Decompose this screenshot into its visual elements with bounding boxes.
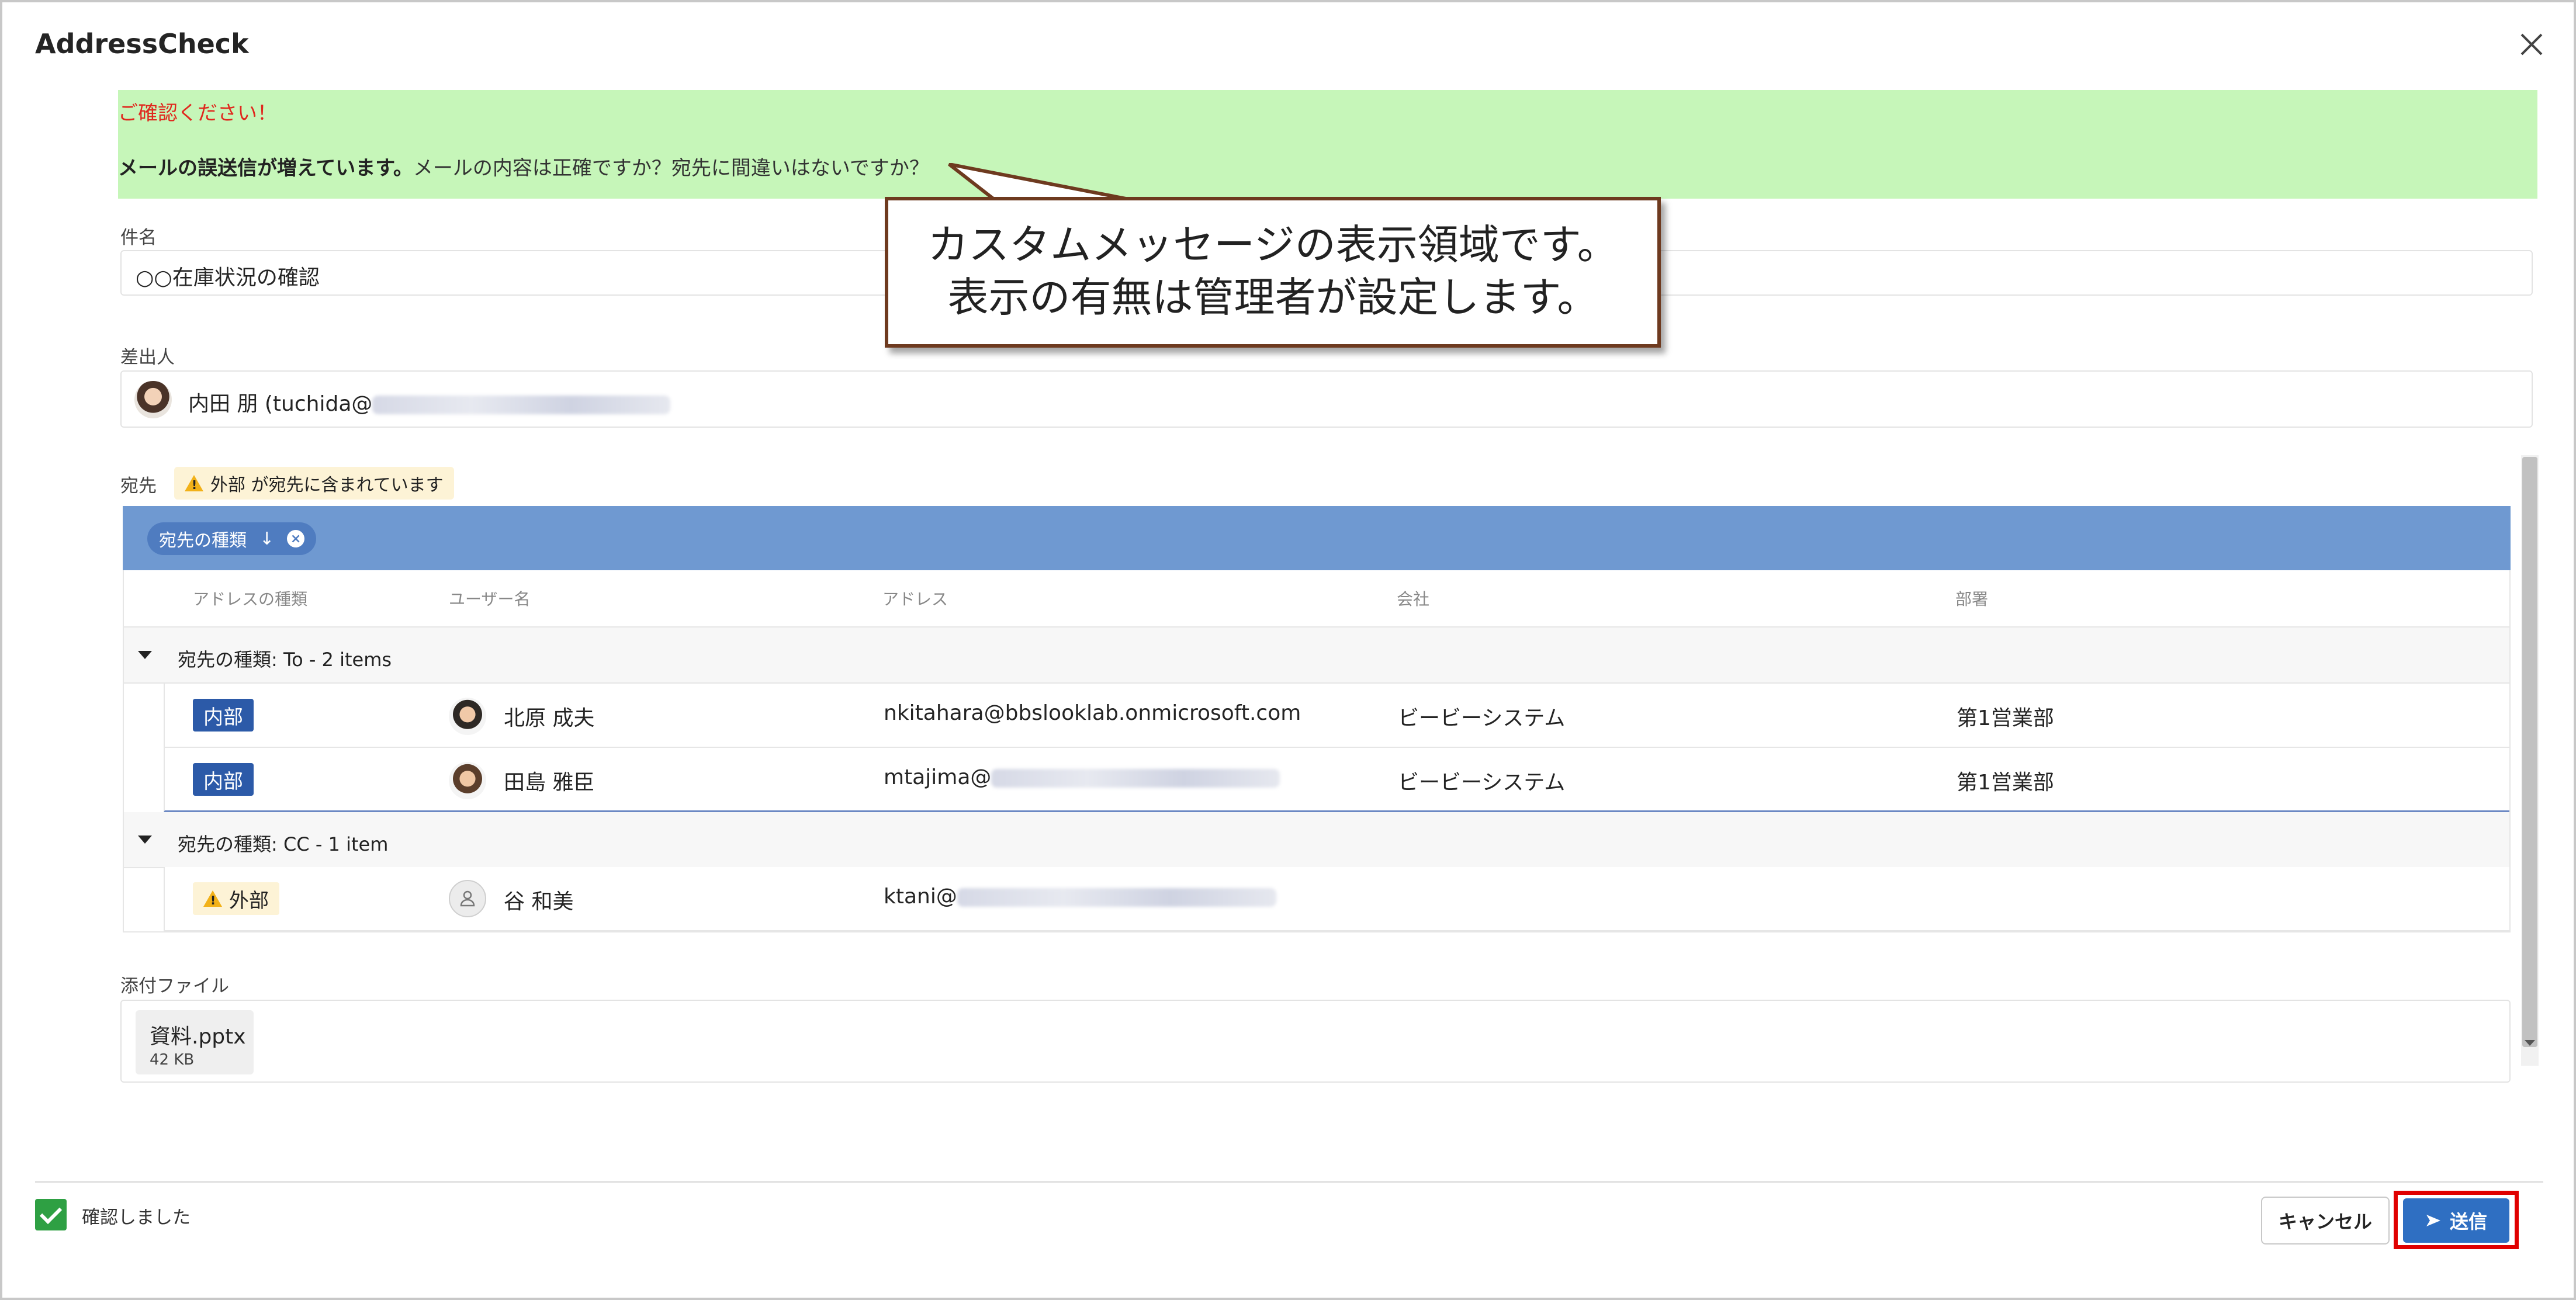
warning-icon xyxy=(203,890,222,907)
warning-icon xyxy=(185,475,203,492)
internal-badge: 内部 xyxy=(193,699,254,732)
banner-warning-text: ご確認ください！ xyxy=(118,102,277,125)
column-header-address[interactable]: アドレス xyxy=(882,587,948,610)
dialog-title: AddressCheck xyxy=(35,28,249,60)
callout-line-2: 表示の有無は管理者が設定します。 xyxy=(947,273,1598,321)
address-cell: ktani@ xyxy=(884,885,1276,909)
default-user-icon xyxy=(449,880,486,917)
attachment-size: 42 KB xyxy=(150,1051,195,1069)
recipients-table: アドレスの種類 ユーザー名 アドレス 会社 部署 宛先の種類: To - 2 i… xyxy=(123,570,2511,932)
group-label: 宛先の種類: To - 2 items xyxy=(178,649,392,671)
external-badge-label: 外部 xyxy=(229,889,269,913)
callout-line-1: カスタムメッセージの表示領域です。 xyxy=(927,221,1618,269)
sender-value: 内田 朋 (tuchida@ xyxy=(188,387,671,417)
confirm-checkbox-label: 確認しました xyxy=(82,1207,191,1228)
group-row-cc[interactable]: 宛先の種類: CC - 1 item xyxy=(124,812,2509,868)
grouping-bar: 宛先の種類 ↓ × xyxy=(123,506,2511,570)
company-cell: ビービーシステム xyxy=(1398,771,1566,795)
table-row[interactable]: 内部 北原 成夫 nkitahara@bbslooklab.onmicrosof… xyxy=(164,684,2509,748)
send-arrow-icon xyxy=(2426,1215,2440,1226)
address-check-dialog: AddressCheck ご確認ください！ メールの誤送信が増えています。メール… xyxy=(0,0,2576,1300)
sender-text: 内田 朋 (tuchida@ xyxy=(188,392,373,416)
recipients-label: 宛先 xyxy=(120,476,157,497)
footer-divider xyxy=(35,1181,2543,1183)
banner-message: メールの誤送信が増えています。メールの内容は正確ですか？宛先に間違いはないですか… xyxy=(118,152,929,181)
blurred-domain xyxy=(991,769,1280,788)
blurred-domain xyxy=(372,396,671,414)
collapse-caret-icon[interactable] xyxy=(138,651,152,659)
sender-label: 差出人 xyxy=(120,347,175,368)
attachments-field: 資料.pptx 42 KB xyxy=(120,1000,2511,1083)
close-icon[interactable] xyxy=(2516,29,2547,60)
send-button[interactable]: 送信 xyxy=(2403,1198,2509,1243)
cancel-button[interactable]: キャンセル xyxy=(2261,1197,2390,1244)
group-by-chip[interactable]: 宛先の種類 ↓ × xyxy=(147,522,317,555)
external-warning-text: 外部 が宛先に含まれています xyxy=(210,475,444,495)
external-badge: 外部 xyxy=(193,882,279,915)
send-button-label: 送信 xyxy=(2449,1211,2487,1233)
banner-bold-text: メールの誤送信が増えています。 xyxy=(118,157,413,180)
table-row[interactable]: 内部 田島 雅臣 mtajima@ ビービーシステム 第1営業部 xyxy=(164,748,2509,812)
company-cell: ビービーシステム xyxy=(1398,706,1566,730)
scroll-down-arrow-icon[interactable] xyxy=(2525,1040,2535,1046)
collapse-caret-icon[interactable] xyxy=(138,836,152,844)
user-avatar xyxy=(449,762,486,799)
attachment-card[interactable]: 資料.pptx 42 KB xyxy=(136,1010,254,1074)
external-warning-chip: 外部 が宛先に含まれています xyxy=(174,467,454,500)
address-text: ktani@ xyxy=(884,885,957,909)
subject-value: ○○在庫状況の確認 xyxy=(136,266,320,290)
attachment-name: 資料.pptx xyxy=(150,1025,246,1049)
user-name: 北原 成夫 xyxy=(504,706,595,730)
confirm-checkbox[interactable] xyxy=(35,1199,67,1230)
address-text: mtajima@ xyxy=(884,765,992,789)
blurred-domain xyxy=(957,888,1276,907)
column-header-department[interactable]: 部署 xyxy=(1955,587,1988,610)
department-cell: 第1営業部 xyxy=(1957,706,2054,730)
column-header-company[interactable]: 会社 xyxy=(1397,587,1429,610)
remove-group-icon[interactable]: × xyxy=(287,530,305,547)
subject-label: 件名 xyxy=(120,227,157,248)
sort-down-arrow-icon[interactable]: ↓ xyxy=(259,529,274,549)
department-cell: 第1営業部 xyxy=(1957,771,2054,795)
user-avatar xyxy=(449,698,486,735)
attachments-label: 添付ファイル xyxy=(120,976,229,997)
table-row[interactable]: 外部 谷 和美 ktani@ xyxy=(164,867,2509,931)
address-cell: nkitahara@bbslooklab.onmicrosoft.com xyxy=(884,701,1301,725)
group-row-to[interactable]: 宛先の種類: To - 2 items xyxy=(124,628,2509,684)
column-header-address-type[interactable]: アドレスの種類 xyxy=(193,587,307,610)
sender-field: 内田 朋 (tuchida@ xyxy=(120,370,2533,428)
group-chip-label: 宛先の種類 xyxy=(159,531,247,551)
banner-message-text: メールの内容は正確ですか？宛先に間違いはないですか？ xyxy=(413,157,929,180)
user-name: 谷 和美 xyxy=(504,890,574,914)
internal-badge: 内部 xyxy=(193,763,254,796)
group-label: 宛先の種類: CC - 1 item xyxy=(178,833,389,855)
custom-message-banner: ご確認ください！ メールの誤送信が増えています。メールの内容は正確ですか？宛先に… xyxy=(118,90,2537,199)
sender-avatar xyxy=(134,381,172,418)
scrollbar-thumb[interactable] xyxy=(2522,457,2537,1047)
user-name: 田島 雅臣 xyxy=(504,771,595,795)
callout-box: カスタムメッセージの表示領域です。 表示の有無は管理者が設定します。 xyxy=(885,197,1661,348)
column-header-user-name[interactable]: ユーザー名 xyxy=(449,587,530,610)
address-cell: mtajima@ xyxy=(884,765,1280,789)
